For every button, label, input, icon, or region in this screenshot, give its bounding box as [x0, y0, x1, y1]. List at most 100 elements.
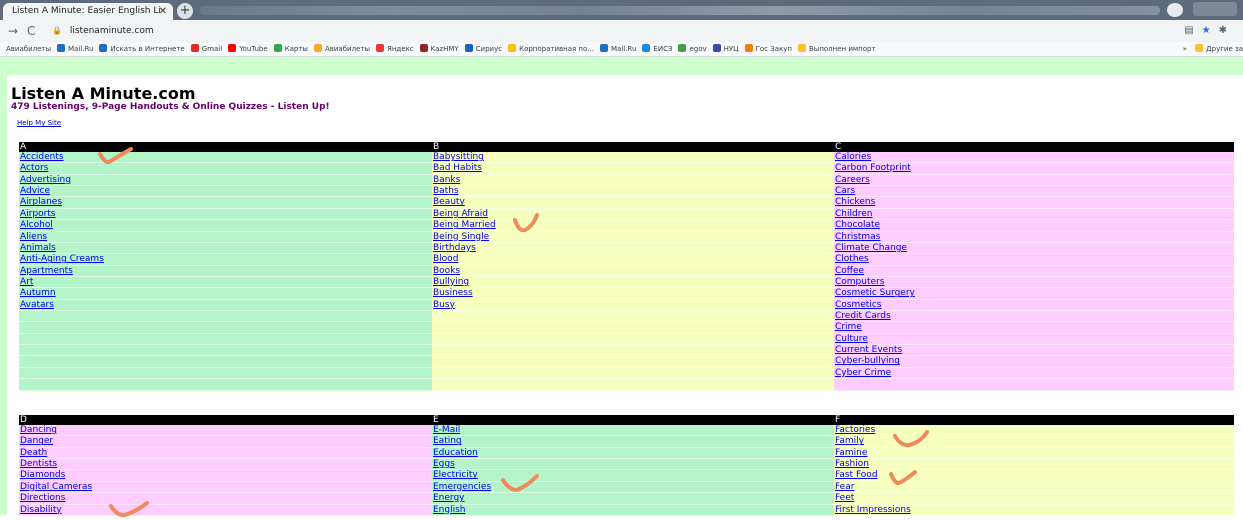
topic-link[interactable]: Babysitting [432, 152, 834, 164]
topic-link[interactable]: Anti-Aging Creams [19, 254, 432, 266]
topic-link[interactable]: Being Married [432, 220, 834, 232]
help-my-site-link[interactable]: Help My Site [17, 119, 61, 127]
window-controls[interactable] [1193, 2, 1237, 16]
topic-link[interactable]: Dentists [19, 459, 432, 471]
bookmark-item[interactable]: Авиабилеты [313, 42, 370, 56]
bookmark-star-icon[interactable]: ★ [1202, 25, 1219, 36]
topic-link[interactable]: Crime [834, 322, 1234, 334]
topic-link[interactable]: Aliens [19, 231, 432, 243]
topic-link[interactable]: Bad Habits [432, 163, 834, 175]
bookmark-item[interactable]: Выполнен импорт [797, 42, 876, 56]
topic-link[interactable]: Digital Cameras [19, 481, 432, 494]
topic-link[interactable]: Calories [834, 152, 1234, 164]
bookmark-item[interactable]: Сириус [464, 42, 502, 56]
topic-link[interactable]: Christmas [834, 231, 1234, 243]
topic-link[interactable]: Disability [19, 504, 432, 516]
topic-link[interactable]: Autumn [19, 288, 432, 300]
topic-link[interactable]: Carbon Footprint [834, 163, 1234, 175]
topic-link[interactable]: Animals [19, 242, 432, 255]
bookmark-item[interactable]: Gmail [190, 42, 222, 56]
bookmark-favicon-icon [57, 44, 66, 52]
topic-link[interactable]: Alcohol [19, 220, 432, 232]
topic-link[interactable]: Birthdays [432, 242, 834, 255]
topic-link[interactable]: Cyber-bullying [834, 356, 1234, 368]
topic-link[interactable]: Being Single [432, 231, 834, 243]
topic-link[interactable]: Credit Cards [834, 311, 1234, 323]
topic-link[interactable]: Coffee [834, 265, 1234, 277]
topic-link[interactable]: Electricity [432, 470, 834, 482]
bookmarks-more-button[interactable]: » [1183, 45, 1187, 53]
bookmark-item[interactable]: ЕИСЗ [642, 42, 672, 56]
bookmark-item[interactable]: Искать в Интернете [99, 42, 185, 56]
bookmark-favicon-icon [313, 44, 322, 52]
url-field[interactable]: 🔒 listenaminute.com [52, 22, 1132, 40]
topic-link[interactable]: Airplanes [19, 197, 432, 209]
topic-link[interactable]: Eating [432, 436, 834, 448]
topic-link[interactable]: Books [432, 265, 834, 277]
bookmark-item[interactable]: KazHMY [419, 42, 459, 56]
topic-link[interactable]: Airports [19, 208, 432, 221]
profile-icon[interactable] [1167, 3, 1183, 17]
new-tab-button[interactable]: + [177, 3, 193, 19]
topic-link[interactable]: Blood [432, 254, 834, 266]
topic-link[interactable]: Children [834, 208, 1234, 221]
topic-link[interactable]: Dancing [19, 425, 432, 437]
reload-icon[interactable]: C [27, 22, 35, 40]
topic-link[interactable]: First Impressions [834, 504, 1234, 516]
topic-link[interactable]: Chickens [834, 197, 1234, 209]
bookmark-item[interactable]: YouTube [228, 42, 268, 56]
forward-icon[interactable]: → [8, 22, 18, 40]
topic-link[interactable]: Advertising [19, 174, 432, 187]
topic-link[interactable]: Chocolate [834, 220, 1234, 232]
bookmark-item[interactable]: Корпоративная по... [508, 42, 594, 56]
topic-link[interactable]: Climate Change [834, 242, 1234, 255]
topic-link[interactable]: English [432, 504, 834, 516]
topic-link[interactable]: Accidents [19, 152, 432, 164]
bookmark-item[interactable]: НУЦ [712, 42, 739, 56]
topic-link[interactable]: Eggs [432, 459, 834, 471]
topic-link[interactable]: Death [19, 447, 432, 460]
extensions-icon[interactable]: ✱ [1219, 25, 1235, 36]
translate-icon[interactable]: ▤ [1184, 25, 1201, 36]
bookmark-item[interactable]: Mail.Ru [57, 42, 93, 56]
topic-link[interactable]: Clothes [834, 254, 1234, 266]
bookmark-item[interactable]: Авиабилеты [6, 42, 51, 56]
bookmark-item[interactable]: egov [678, 42, 707, 56]
topic-link[interactable]: Business [432, 288, 834, 300]
topic-link[interactable]: Busy [432, 299, 834, 312]
topic-link[interactable]: Bullying [432, 276, 834, 289]
other-bookmarks-folder[interactable]: Другие за [1195, 42, 1243, 56]
topic-link[interactable]: Apartments [19, 265, 432, 277]
topic-link[interactable]: Energy [432, 493, 834, 505]
topic-link[interactable]: Diamonds [19, 470, 432, 482]
topic-link[interactable]: Feet [834, 493, 1234, 505]
topic-link[interactable]: Banks [432, 174, 834, 187]
topic-link[interactable]: Cars [834, 186, 1234, 198]
tab-close-icon[interactable]: ✕ [159, 3, 167, 20]
topic-link[interactable]: E-Mail [432, 425, 834, 437]
topic-link[interactable]: Being Afraid [432, 208, 834, 221]
topic-link[interactable]: Education [432, 447, 834, 460]
topic-link[interactable]: Computers [834, 276, 1234, 289]
topic-link[interactable]: Current Events [834, 345, 1234, 357]
topic-link[interactable]: Avatars [19, 299, 432, 312]
topic-link[interactable]: Cosmetics [834, 299, 1234, 312]
topic-link[interactable]: Danger [19, 436, 432, 448]
bookmark-item[interactable]: Яндекс [375, 42, 414, 56]
bookmark-item[interactable]: Гос Закуп [744, 42, 792, 56]
topic-link[interactable]: Careers [834, 174, 1234, 187]
topic-link[interactable]: Art [19, 276, 432, 289]
bookmark-item[interactable]: Карты [273, 42, 308, 56]
topic-link[interactable]: Advice [19, 186, 432, 198]
topic-link[interactable]: Cosmetic Surgery [834, 288, 1234, 300]
browser-tab[interactable]: Listen A Minute: Easier English Li ✕ [3, 3, 173, 20]
topic-link[interactable]: Beauty [432, 197, 834, 209]
topic-link[interactable]: Actors [19, 163, 432, 175]
empty-cell [19, 311, 432, 323]
topic-link[interactable]: Cyber Crime [834, 367, 1234, 380]
bookmark-item[interactable]: Mail.Ru [599, 42, 636, 56]
topic-link[interactable]: Baths [432, 186, 834, 198]
topic-link[interactable]: Culture [834, 333, 1234, 346]
topic-link[interactable]: Directions [19, 493, 432, 505]
topic-link[interactable]: Emergencies [432, 481, 834, 494]
